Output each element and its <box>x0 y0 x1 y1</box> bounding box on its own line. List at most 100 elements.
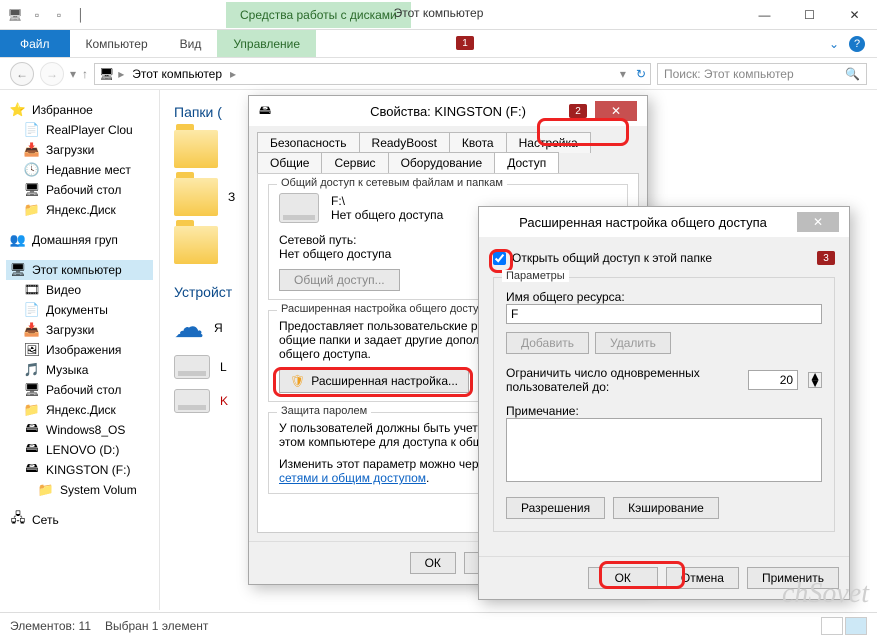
star-icon: ⭐ <box>10 102 26 118</box>
desktop-icon: 🖥 <box>24 182 40 198</box>
dialog-buttons: ОК Отмена Применить <box>479 556 849 599</box>
share-folder-checkbox[interactable]: Открыть общий доступ к этой папке 3 <box>493 251 835 265</box>
tree-item[interactable]: 🖴KINGSTON (F:) <box>6 460 153 480</box>
callout-badge-3: 3 <box>817 251 835 265</box>
callout-badge-1: 1 <box>456 36 474 50</box>
group-label: Защита паролем <box>277 405 371 417</box>
tree-item[interactable]: 📄Документы <box>6 300 153 320</box>
quick-access-toolbar: 🖥 ▫ ▫ │ <box>0 6 96 24</box>
tree-network[interactable]: 🖧Сеть <box>6 510 153 530</box>
address-bar[interactable]: 🖥 ▸ Этот компьютер ▸ ▾ ↻ <box>94 63 651 85</box>
navbar: ← → ▾ ↑ 🖥 ▸ Этот компьютер ▸ ▾ ↻ Поиск: … <box>0 58 877 90</box>
delete-button[interactable]: Удалить <box>595 332 671 354</box>
note-textarea[interactable] <box>506 418 822 482</box>
share-button[interactable]: Общий доступ... <box>279 269 400 291</box>
folder-icon <box>174 130 218 168</box>
share-name-input[interactable] <box>506 304 822 324</box>
tab-security[interactable]: Безопасность <box>257 132 360 153</box>
search-box[interactable]: Поиск: Этот компьютер 🔍 <box>657 63 867 85</box>
yadisk-icon: 📁 <box>24 202 40 218</box>
recent-locations-icon[interactable]: ▾ <box>70 67 76 81</box>
refresh-icon[interactable]: ↻ <box>636 67 646 81</box>
tree-thispc[interactable]: 🖥Этот компьютер <box>6 260 153 280</box>
note-label: Примечание: <box>506 404 822 418</box>
tab-general[interactable]: Общие <box>257 152 322 173</box>
tree-item[interactable]: 🖼Изображения <box>6 340 153 360</box>
nav-tree[interactable]: ⭐Избранное 📄RealPlayer Clou 📥Загрузки 🕓Н… <box>0 90 160 610</box>
advanced-sharing-button[interactable]: 🛡 Расширенная настройка... <box>279 369 469 393</box>
forward-button[interactable]: → <box>40 62 64 86</box>
address-dropdown-icon[interactable]: ▾ <box>620 67 626 81</box>
cancel-button[interactable]: Отмена <box>666 567 739 589</box>
tree-item[interactable]: 🖴LENOVO (D:) <box>6 440 153 460</box>
close-icon[interactable]: ✕ <box>797 212 839 232</box>
onedrive-icon: ☁ <box>174 310 204 345</box>
qat-item[interactable]: ▫ <box>28 6 46 24</box>
tree-favorites[interactable]: ⭐Избранное <box>6 100 153 120</box>
tree-item[interactable]: 🖥Рабочий стол <box>6 180 153 200</box>
tree-item[interactable]: 📥Загрузки <box>6 140 153 160</box>
tree-item[interactable]: 🎞Видео <box>6 280 153 300</box>
ribbon-tab-view[interactable]: Вид <box>164 30 218 57</box>
breadcrumb[interactable]: Этот компьютер <box>128 67 226 81</box>
status-count: Элементов: 11 <box>10 619 91 633</box>
permissions-button[interactable]: Разрешения <box>506 497 605 519</box>
tab-tools[interactable]: Сервис <box>321 152 388 173</box>
back-button[interactable]: ← <box>10 62 34 86</box>
limit-input[interactable] <box>748 370 798 390</box>
pc-icon: 🖥 <box>10 262 26 278</box>
group-label: Расширенная настройка общего доступа <box>277 303 495 315</box>
drive-icon: 🖴 <box>24 442 40 458</box>
dialog-titlebar[interactable]: 🖴 Свойства: KINGSTON (F:) 2 ✕ <box>249 96 647 126</box>
tab-sharing[interactable]: Доступ <box>494 152 559 173</box>
tab-hardware[interactable]: Оборудование <box>388 152 496 173</box>
spinner-buttons[interactable]: ▲▼ <box>808 372 822 388</box>
dialog-titlebar[interactable]: Расширенная настройка общего доступа ✕ <box>479 207 849 237</box>
ribbon-expand-icon[interactable]: ⌄ <box>829 37 839 51</box>
file-tab[interactable]: Файл <box>0 30 70 57</box>
minimize-button[interactable]: — <box>742 5 787 25</box>
tab-quota[interactable]: Квота <box>449 132 507 153</box>
ribbon-tab-manage[interactable]: Управление <box>217 30 316 57</box>
tab-readyboost[interactable]: ReadyBoost <box>359 132 450 153</box>
maximize-button[interactable]: ☐ <box>787 5 832 25</box>
tab-customize[interactable]: Настройка <box>506 132 591 153</box>
checkbox-input[interactable] <box>493 252 506 265</box>
recent-icon: 🕓 <box>24 162 40 178</box>
tree-item[interactable]: 🎵Музыка <box>6 360 153 380</box>
music-icon: 🎵 <box>24 362 40 378</box>
drive-icon <box>174 355 210 379</box>
tree-item[interactable]: 📄RealPlayer Clou <box>6 120 153 140</box>
caching-button[interactable]: Кэширование <box>613 497 719 519</box>
downloads-icon: 📥 <box>24 322 40 338</box>
app-icon: 🖥 <box>6 6 24 24</box>
tree-item[interactable]: 🖥Рабочий стол <box>6 380 153 400</box>
yadisk-icon: 📁 <box>24 402 40 418</box>
close-button[interactable]: ✕ <box>832 5 877 25</box>
ribbon-tab-computer[interactable]: Компьютер <box>70 30 164 57</box>
close-icon[interactable]: ✕ <box>595 101 637 121</box>
ok-button[interactable]: ОК <box>410 552 456 574</box>
tree-item[interactable]: 🕓Недавние мест <box>6 160 153 180</box>
tree-homegroup[interactable]: 👥Домашняя груп <box>6 230 153 250</box>
breadcrumb-sep: ▸ <box>230 67 236 81</box>
tree-item[interactable]: 📁System Volum <box>6 480 153 500</box>
tabs: Безопасность ReadyBoost Квота Настройка … <box>249 126 647 173</box>
add-button[interactable]: Добавить <box>506 332 589 354</box>
tree-item[interactable]: 📥Загрузки <box>6 320 153 340</box>
folder-icon: 📁 <box>38 482 54 498</box>
apply-button[interactable]: Применить <box>747 567 839 589</box>
tree-item[interactable]: 📁Яндекс.Диск <box>6 400 153 420</box>
tree-item[interactable]: 📁Яндекс.Диск <box>6 200 153 220</box>
breadcrumb-sep: ▸ <box>118 67 124 81</box>
qat-item[interactable]: ▫ <box>50 6 68 24</box>
view-switcher[interactable] <box>821 617 867 635</box>
ok-button[interactable]: ОК <box>588 567 658 589</box>
homegroup-icon: 👥 <box>10 232 26 248</box>
tree-item[interactable]: 🖴Windows8_OS <box>6 420 153 440</box>
help-icon[interactable]: ? <box>849 36 865 52</box>
share-name-label: Имя общего ресурса: <box>506 290 822 304</box>
dialog-title: Расширенная настройка общего доступа <box>489 215 797 230</box>
up-button[interactable]: ↑ <box>82 67 88 81</box>
drive-icon: 🖴 <box>259 101 271 122</box>
